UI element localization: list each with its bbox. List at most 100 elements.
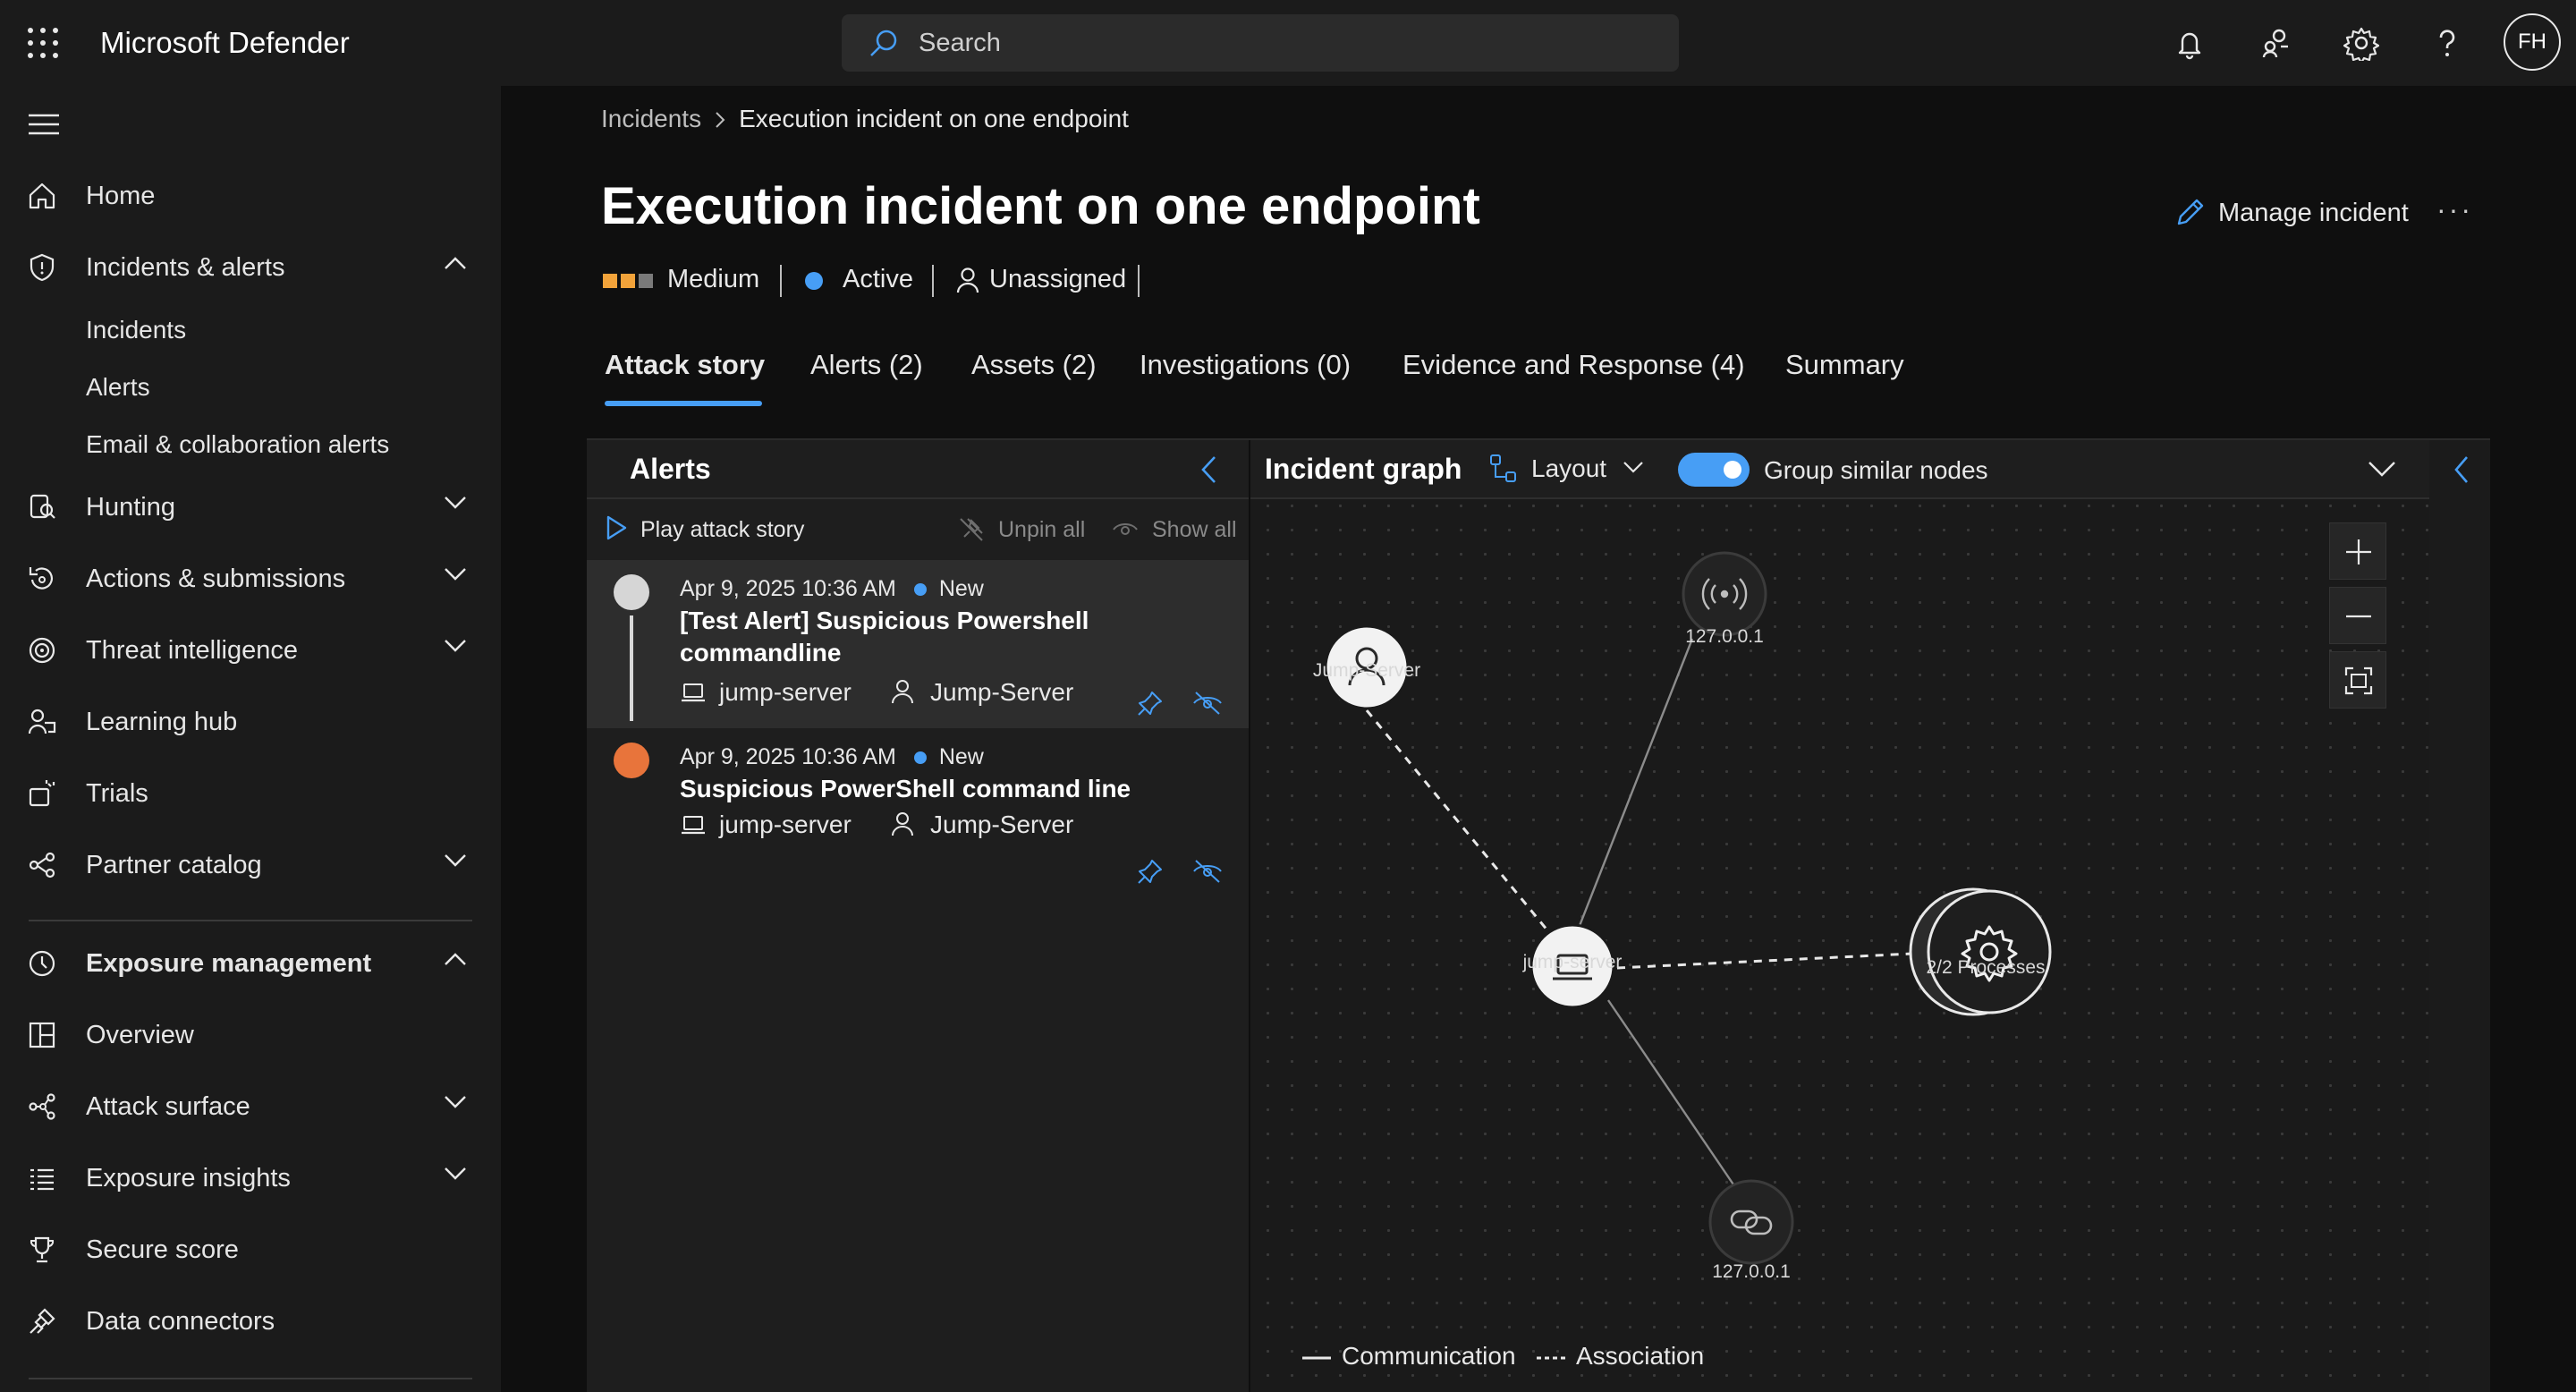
sidebar-item-exposure-management[interactable]: Exposure management <box>0 938 501 988</box>
sidebar-item-learning-hub[interactable]: Learning hub <box>0 696 501 746</box>
graph-edge-communication <box>1572 638 1694 940</box>
breadcrumb: Incidents Execution incident on one endpo… <box>601 104 1129 134</box>
sidebar-item-label: Actions & submissions <box>86 564 346 593</box>
chevron-down-icon[interactable] <box>444 567 467 581</box>
search-icon <box>870 30 897 56</box>
sidebar-item-actions-submissions[interactable]: Actions & submissions <box>0 553 501 603</box>
chevron-down-icon[interactable] <box>444 496 467 510</box>
sidebar-item-trials[interactable]: Trials <box>0 768 501 818</box>
pin-icon[interactable] <box>1136 857 1165 886</box>
alerts-panel-title: Alerts <box>630 453 711 485</box>
chevron-left-icon <box>2454 456 2468 483</box>
tab-assets[interactable]: Assets (2) <box>971 347 1097 383</box>
sidebar-item-secure-score[interactable]: Secure score <box>0 1224 501 1274</box>
graph-side-panel-toggle[interactable] <box>2429 440 2490 1392</box>
chevron-down-icon[interactable] <box>444 639 467 653</box>
sidebar-item-threat-intelligence[interactable]: Threat intelligence <box>0 624 501 675</box>
hide-icon[interactable] <box>1191 857 1224 886</box>
graph-node-label: 2/2 Processes <box>1926 957 2046 978</box>
alerts-panel-header: Alerts <box>587 440 1249 499</box>
laptop-icon <box>682 683 705 702</box>
gear-icon[interactable] <box>2343 25 2379 61</box>
sidebar-item-exposure-insights[interactable]: Exposure insights <box>0 1152 501 1202</box>
sidebar-item-home[interactable]: Home <box>0 170 501 220</box>
alert-device-name[interactable]: jump-server <box>719 811 852 839</box>
sidebar-item-label: Partner catalog <box>86 851 262 879</box>
graph-node-label: jump-server <box>1522 952 1623 972</box>
alert-device-name[interactable]: jump-server <box>719 678 852 707</box>
exposure-icon <box>29 950 55 977</box>
chevron-down-icon[interactable] <box>444 1167 467 1181</box>
tab-evidence-response[interactable]: Evidence and Response (4) <box>1402 347 1745 383</box>
sidebar-item-label: Incidents & alerts <box>86 253 285 282</box>
sidebar-item-label: Exposure management <box>86 949 372 978</box>
assignee-label[interactable]: Unassigned <box>989 265 1126 294</box>
help-icon[interactable] <box>2429 25 2465 61</box>
alert-user-name[interactable]: Jump-Server <box>930 811 1073 839</box>
bell-icon[interactable] <box>2172 25 2207 61</box>
hide-icon[interactable] <box>1191 689 1224 717</box>
sidebar-subitem-incidents[interactable]: Incidents <box>86 315 186 345</box>
search-box[interactable] <box>842 14 1679 72</box>
sidebar-item-overview[interactable]: Overview <box>0 1009 501 1059</box>
alert-status: New <box>938 744 984 769</box>
alert-user-name[interactable]: Jump-Server <box>930 678 1073 707</box>
chevron-down-icon[interactable] <box>444 853 467 868</box>
person-icon <box>892 680 913 704</box>
app-launcher-icon[interactable] <box>27 27 59 59</box>
graph-node-url[interactable] <box>1708 1179 1794 1265</box>
alert-card[interactable]: Apr 9, 2025 10:36 AM New [Test Alert] Sus… <box>587 560 1249 728</box>
alert-card[interactable]: Apr 9, 2025 10:36 AM New Suspicious Power… <box>587 728 1249 896</box>
graph-node-ip[interactable] <box>1682 551 1767 637</box>
sidebar-item-attack-surface[interactable]: Attack surface <box>0 1081 501 1131</box>
top-bar: Microsoft Defender FH <box>0 0 2576 86</box>
meta-divider <box>1138 265 1140 297</box>
sidebar-divider <box>29 920 472 921</box>
breadcrumb-separator <box>714 104 726 134</box>
unpin-all-label: Unpin all <box>998 517 1086 542</box>
hamburger-menu-icon[interactable] <box>29 113 59 136</box>
laptop-icon <box>682 816 705 835</box>
chevron-left-icon[interactable] <box>1199 454 1218 485</box>
alert-status: New <box>938 576 984 601</box>
overview-icon <box>29 1022 55 1048</box>
graph-node-processes[interactable] <box>1909 887 2052 1016</box>
layout-icon <box>1490 454 1516 482</box>
pin-icon[interactable] <box>1136 689 1165 717</box>
sidebar-item-label: Hunting <box>86 493 175 522</box>
chevron-up-icon[interactable] <box>444 952 467 966</box>
alert-severity-dot <box>614 743 649 778</box>
hunting-icon <box>30 494 55 519</box>
sidebar-item-label: Data connectors <box>86 1307 275 1336</box>
tab-attack-story[interactable]: Attack story <box>605 347 765 383</box>
chevron-down-icon[interactable] <box>2367 460 2397 478</box>
sidebar-subitem-email-collab-alerts[interactable]: Email & collaboration alerts <box>86 429 389 460</box>
sidebar-item-data-connectors[interactable]: Data connectors <box>0 1295 501 1345</box>
chevron-up-icon[interactable] <box>444 256 467 270</box>
app-title[interactable]: Microsoft Defender <box>100 25 350 61</box>
alert-title[interactable]: [Test Alert] Suspicious Powershell comma… <box>680 605 1145 669</box>
sidebar-subitem-alerts[interactable]: Alerts <box>86 372 150 403</box>
user-avatar[interactable]: FH <box>2504 13 2561 71</box>
sidebar-item-partner-catalog[interactable]: Partner catalog <box>0 839 501 889</box>
sidebar-item-hunting[interactable]: Hunting <box>0 481 501 531</box>
attack-surface-icon <box>29 1093 55 1120</box>
chevron-down-icon[interactable] <box>444 1095 467 1109</box>
sidebar-item-incidents-alerts[interactable]: Incidents & alerts <box>0 242 501 292</box>
connector-icon <box>30 1308 55 1334</box>
breadcrumb-incidents-link[interactable]: Incidents <box>601 105 701 132</box>
alert-severity-dot <box>614 574 649 610</box>
community-icon[interactable] <box>2258 25 2293 61</box>
more-actions-button[interactable]: ··· <box>2436 193 2473 226</box>
alert-title[interactable]: Suspicious PowerShell command line <box>680 773 1216 805</box>
active-tab-indicator <box>605 401 762 406</box>
tab-summary[interactable]: Summary <box>1785 347 1904 383</box>
tab-alerts[interactable]: Alerts (2) <box>810 347 923 383</box>
play-icon <box>606 515 627 540</box>
search-input[interactable] <box>919 14 1652 72</box>
graph-edge-association <box>1365 709 1574 962</box>
tab-investigations[interactable]: Investigations (0) <box>1140 347 1351 383</box>
group-similar-nodes-toggle[interactable] <box>1678 453 1750 487</box>
alert-timeline-line <box>630 615 633 721</box>
sidebar-item-label: Attack surface <box>86 1092 250 1121</box>
